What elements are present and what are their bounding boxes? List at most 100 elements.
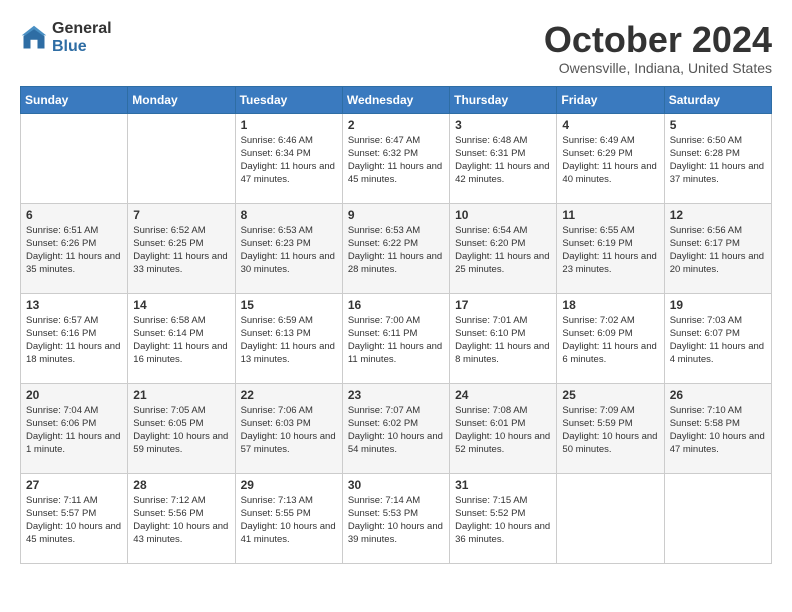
calendar-cell: 5 Sunrise: 6:50 AM Sunset: 6:28 PM Daylig…	[664, 113, 771, 203]
day-number: 14	[133, 298, 229, 312]
calendar-header-row: SundayMondayTuesdayWednesdayThursdayFrid…	[21, 86, 772, 113]
day-info: Sunrise: 7:08 AM Sunset: 6:01 PM Dayligh…	[455, 404, 551, 457]
header-tuesday: Tuesday	[235, 86, 342, 113]
day-number: 27	[26, 478, 122, 492]
calendar-cell: 22 Sunrise: 7:06 AM Sunset: 6:03 PM Dayli…	[235, 383, 342, 473]
calendar-week-row: 1 Sunrise: 6:46 AM Sunset: 6:34 PM Daylig…	[21, 113, 772, 203]
day-number: 6	[26, 208, 122, 222]
calendar-week-row: 13 Sunrise: 6:57 AM Sunset: 6:16 PM Dayli…	[21, 293, 772, 383]
day-info: Sunrise: 6:51 AM Sunset: 6:26 PM Dayligh…	[26, 224, 122, 277]
day-info: Sunrise: 7:15 AM Sunset: 5:52 PM Dayligh…	[455, 494, 551, 547]
day-number: 26	[670, 388, 766, 402]
day-number: 25	[562, 388, 658, 402]
day-info: Sunrise: 6:46 AM Sunset: 6:34 PM Dayligh…	[241, 134, 337, 187]
day-number: 8	[241, 208, 337, 222]
day-number: 3	[455, 118, 551, 132]
calendar-cell: 24 Sunrise: 7:08 AM Sunset: 6:01 PM Dayli…	[450, 383, 557, 473]
day-info: Sunrise: 6:57 AM Sunset: 6:16 PM Dayligh…	[26, 314, 122, 367]
calendar-cell: 20 Sunrise: 7:04 AM Sunset: 6:06 PM Dayli…	[21, 383, 128, 473]
day-number: 22	[241, 388, 337, 402]
day-info: Sunrise: 7:14 AM Sunset: 5:53 PM Dayligh…	[348, 494, 444, 547]
day-number: 18	[562, 298, 658, 312]
day-info: Sunrise: 6:54 AM Sunset: 6:20 PM Dayligh…	[455, 224, 551, 277]
day-number: 28	[133, 478, 229, 492]
day-info: Sunrise: 7:11 AM Sunset: 5:57 PM Dayligh…	[26, 494, 122, 547]
day-info: Sunrise: 6:55 AM Sunset: 6:19 PM Dayligh…	[562, 224, 658, 277]
header-wednesday: Wednesday	[342, 86, 449, 113]
day-number: 10	[455, 208, 551, 222]
day-info: Sunrise: 6:56 AM Sunset: 6:17 PM Dayligh…	[670, 224, 766, 277]
day-info: Sunrise: 7:02 AM Sunset: 6:09 PM Dayligh…	[562, 314, 658, 367]
day-number: 7	[133, 208, 229, 222]
day-number: 21	[133, 388, 229, 402]
calendar-cell	[128, 113, 235, 203]
calendar-cell: 12Sunrise: 6:56 AM Sunset: 6:17 PM Dayli…	[664, 203, 771, 293]
month-title: October 2024	[544, 20, 772, 60]
day-info: Sunrise: 7:09 AM Sunset: 5:59 PM Dayligh…	[562, 404, 658, 457]
day-info: Sunrise: 6:49 AM Sunset: 6:29 PM Dayligh…	[562, 134, 658, 187]
calendar-cell: 19 Sunrise: 7:03 AM Sunset: 6:07 PM Dayli…	[664, 293, 771, 383]
logo-icon	[20, 24, 48, 52]
day-number: 16	[348, 298, 444, 312]
day-number: 29	[241, 478, 337, 492]
day-info: Sunrise: 7:10 AM Sunset: 5:58 PM Dayligh…	[670, 404, 766, 457]
calendar-cell: 15Sunrise: 6:59 AM Sunset: 6:13 PM Dayli…	[235, 293, 342, 383]
calendar-cell: 28 Sunrise: 7:12 AM Sunset: 5:56 PM Dayli…	[128, 473, 235, 563]
logo-blue: Blue	[52, 38, 112, 56]
title-section: October 2024 Owensville, Indiana, United…	[544, 20, 772, 76]
day-info: Sunrise: 6:48 AM Sunset: 6:31 PM Dayligh…	[455, 134, 551, 187]
day-number: 23	[348, 388, 444, 402]
calendar-cell	[557, 473, 664, 563]
calendar-cell	[664, 473, 771, 563]
calendar-week-row: 6 Sunrise: 6:51 AM Sunset: 6:26 PM Daylig…	[21, 203, 772, 293]
calendar-cell: 9 Sunrise: 6:53 AM Sunset: 6:22 PM Daylig…	[342, 203, 449, 293]
day-info: Sunrise: 7:07 AM Sunset: 6:02 PM Dayligh…	[348, 404, 444, 457]
page-header: General Blue October 2024 Owensville, In…	[20, 20, 772, 76]
header-sunday: Sunday	[21, 86, 128, 113]
day-info: Sunrise: 6:58 AM Sunset: 6:14 PM Dayligh…	[133, 314, 229, 367]
day-number: 24	[455, 388, 551, 402]
day-info: Sunrise: 7:06 AM Sunset: 6:03 PM Dayligh…	[241, 404, 337, 457]
day-number: 17	[455, 298, 551, 312]
calendar-cell: 26 Sunrise: 7:10 AM Sunset: 5:58 PM Dayli…	[664, 383, 771, 473]
day-number: 13	[26, 298, 122, 312]
day-number: 4	[562, 118, 658, 132]
calendar-cell: 23 Sunrise: 7:07 AM Sunset: 6:02 PM Dayli…	[342, 383, 449, 473]
day-number: 1	[241, 118, 337, 132]
logo: General Blue	[20, 20, 112, 55]
header-thursday: Thursday	[450, 86, 557, 113]
day-info: Sunrise: 6:59 AM Sunset: 6:13 PM Dayligh…	[241, 314, 337, 367]
day-info: Sunrise: 6:52 AM Sunset: 6:25 PM Dayligh…	[133, 224, 229, 277]
day-number: 9	[348, 208, 444, 222]
day-info: Sunrise: 7:13 AM Sunset: 5:55 PM Dayligh…	[241, 494, 337, 547]
logo-text: General Blue	[52, 20, 112, 55]
day-number: 2	[348, 118, 444, 132]
location: Owensville, Indiana, United States	[544, 60, 772, 76]
day-number: 31	[455, 478, 551, 492]
day-number: 11	[562, 208, 658, 222]
calendar-cell: 30Sunrise: 7:14 AM Sunset: 5:53 PM Dayli…	[342, 473, 449, 563]
day-number: 19	[670, 298, 766, 312]
day-info: Sunrise: 7:01 AM Sunset: 6:10 PM Dayligh…	[455, 314, 551, 367]
calendar-cell: 8Sunrise: 6:53 AM Sunset: 6:23 PM Daylig…	[235, 203, 342, 293]
calendar-cell: 4 Sunrise: 6:49 AM Sunset: 6:29 PM Daylig…	[557, 113, 664, 203]
calendar-cell: 31 Sunrise: 7:15 AM Sunset: 5:52 PM Dayli…	[450, 473, 557, 563]
calendar-table: SundayMondayTuesdayWednesdayThursdayFrid…	[20, 86, 772, 564]
day-info: Sunrise: 6:47 AM Sunset: 6:32 PM Dayligh…	[348, 134, 444, 187]
day-info: Sunrise: 6:50 AM Sunset: 6:28 PM Dayligh…	[670, 134, 766, 187]
day-info: Sunrise: 7:03 AM Sunset: 6:07 PM Dayligh…	[670, 314, 766, 367]
day-number: 5	[670, 118, 766, 132]
calendar-cell: 25 Sunrise: 7:09 AM Sunset: 5:59 PM Dayli…	[557, 383, 664, 473]
day-number: 20	[26, 388, 122, 402]
calendar-cell: 3 Sunrise: 6:48 AM Sunset: 6:31 PM Daylig…	[450, 113, 557, 203]
calendar-cell: 21Sunrise: 7:05 AM Sunset: 6:05 PM Dayli…	[128, 383, 235, 473]
calendar-week-row: 20 Sunrise: 7:04 AM Sunset: 6:06 PM Dayli…	[21, 383, 772, 473]
day-info: Sunrise: 7:04 AM Sunset: 6:06 PM Dayligh…	[26, 404, 122, 457]
calendar-cell: 18 Sunrise: 7:02 AM Sunset: 6:09 PM Dayli…	[557, 293, 664, 383]
day-info: Sunrise: 7:12 AM Sunset: 5:56 PM Dayligh…	[133, 494, 229, 547]
calendar-cell: 6 Sunrise: 6:51 AM Sunset: 6:26 PM Daylig…	[21, 203, 128, 293]
calendar-week-row: 27 Sunrise: 7:11 AM Sunset: 5:57 PM Dayli…	[21, 473, 772, 563]
day-info: Sunrise: 6:53 AM Sunset: 6:22 PM Dayligh…	[348, 224, 444, 277]
calendar-cell: 29 Sunrise: 7:13 AM Sunset: 5:55 PM Dayli…	[235, 473, 342, 563]
calendar-cell: 16Sunrise: 7:00 AM Sunset: 6:11 PM Dayli…	[342, 293, 449, 383]
